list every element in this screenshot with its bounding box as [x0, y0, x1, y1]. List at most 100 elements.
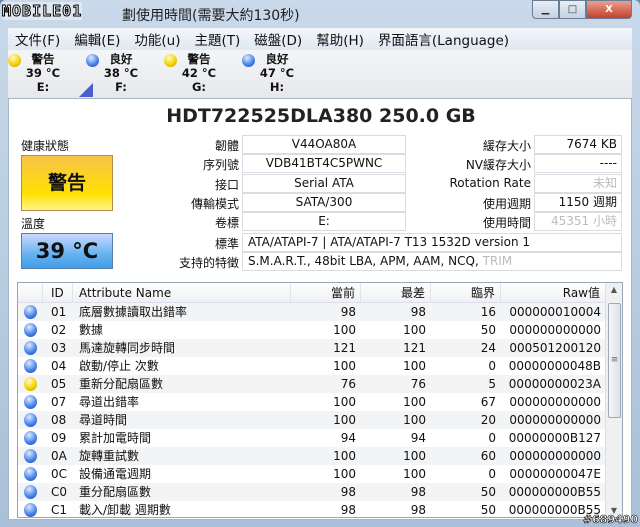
drive-letter: F:	[115, 80, 127, 94]
current-value: 100	[333, 449, 356, 463]
header-status	[18, 283, 43, 302]
header-attribute-name[interactable]: Attribute Name	[73, 283, 291, 302]
drive-button-f[interactable]: 良好 38 °C F:	[86, 52, 156, 94]
menu-function[interactable]: 功能(u)	[127, 29, 187, 49]
health-status-badge[interactable]: 警告	[21, 155, 113, 211]
standard-value: ATA/ATAPI-7 | ATA/ATAPI-7 T13 1532D vers…	[242, 233, 622, 252]
menu-edit[interactable]: 編輯(E)	[67, 29, 127, 49]
attribute-id: 09	[51, 431, 67, 445]
threshold-value: 0	[488, 467, 496, 481]
table-row[interactable]: 05 重新分配扇區數 76 76 5 00000000023A	[18, 375, 606, 393]
raw-value: 000000000000	[509, 413, 601, 427]
title-bar: MOBILE01 劃使用時間(需要大約130秒) ▁ □ X	[0, 0, 640, 28]
attribute-id: 08	[51, 413, 67, 427]
serial-label: 序列號	[202, 158, 239, 172]
threshold-value: 60	[480, 449, 496, 463]
attribute-name: 數據	[79, 323, 104, 337]
attribute-name: 底層數據讀取出錯率	[79, 305, 188, 319]
table-row[interactable]: 03 馬達旋轉同步時間 121 121 24 000501200120	[18, 339, 606, 357]
buffer-size-value: 7674 KB	[534, 135, 622, 154]
current-value: 100	[333, 359, 356, 373]
table-row[interactable]: 07 尋道出錯率 100 100 67 000000000000	[18, 393, 606, 411]
table-row[interactable]: 04 啟動/停止 次數 100 100 0 00000000048B	[18, 357, 606, 375]
buffer-size-label: 緩存大小	[482, 139, 531, 153]
table-row[interactable]: 08 尋道時間 100 100 20 000000000000	[18, 411, 606, 429]
attribute-name: 重新分配扇區數	[79, 377, 164, 391]
power-cycles-value: 1150 週期	[534, 193, 622, 212]
threshold-value: 67	[480, 395, 496, 409]
attribute-name: 旋轉重試數	[79, 449, 140, 463]
power-hours-label: 使用時間	[482, 216, 531, 230]
status-led-icon	[24, 341, 37, 355]
table-row[interactable]: 02 數據 100 100 50 000000000000	[18, 321, 606, 339]
attribute-name: 累計加電時間	[79, 431, 152, 445]
threshold-value: 0	[488, 431, 496, 445]
menu-file[interactable]: 文件(F)	[8, 29, 67, 49]
standard-label: 標準	[214, 237, 239, 251]
status-dot-icon	[164, 54, 177, 67]
raw-value: 000000000B55	[508, 485, 601, 499]
raw-value: 00000000048B	[508, 359, 601, 373]
current-value: 100	[333, 323, 356, 337]
table-row[interactable]: 0A 旋轉重試數 100 100 60 000000000000	[18, 447, 606, 465]
drive-temp: 42 °C	[181, 66, 217, 80]
drive-button-e[interactable]: 警告 39 °C E:	[8, 52, 78, 94]
drive-letter: G:	[191, 80, 207, 94]
worst-value: 100	[403, 449, 426, 463]
temperature-label: 溫度	[21, 217, 46, 231]
table-row[interactable]: 0C 設備通電週期 100 100 0 00000000047E	[18, 465, 606, 483]
current-value: 121	[333, 341, 356, 355]
table-row[interactable]: 09 累計加電時間 94 94 0 00000000B127	[18, 429, 606, 447]
menu-help[interactable]: 幫助(H)	[309, 29, 371, 49]
worst-value: 98	[410, 305, 426, 319]
header-current[interactable]: 當前	[291, 283, 361, 302]
scroll-up-icon[interactable]: ▲	[606, 285, 622, 294]
features-enabled: S.M.A.R.T., 48bit LBA, APM, AAM, NCQ,	[248, 254, 479, 268]
close-button[interactable]: X	[586, 0, 632, 19]
maximize-button[interactable]: □	[559, 0, 586, 19]
drive-button-g[interactable]: 警告 42 °C G:	[164, 52, 234, 94]
status-led-icon	[24, 413, 37, 427]
mobile01-logo: MOBILE01	[1, 2, 83, 21]
menu-disk[interactable]: 磁盤(D)	[247, 29, 309, 49]
minimize-button[interactable]: ▁	[532, 0, 559, 19]
header-id[interactable]: ID	[43, 283, 73, 302]
header-threshold[interactable]: 臨界	[431, 283, 501, 302]
current-value: 98	[340, 485, 356, 499]
table-row[interactable]: C0 重分配扇區數 98 98 50 000000000B55	[18, 483, 606, 501]
features-label: 支持的特徵	[178, 256, 239, 270]
raw-value: 000000000000	[509, 395, 601, 409]
health-label: 健康狀態	[21, 139, 70, 153]
header-worst[interactable]: 最差	[361, 283, 431, 302]
attribute-id: 0A	[51, 449, 67, 463]
menu-language[interactable]: 界面語言(Language)	[371, 29, 516, 49]
attribute-id: C1	[51, 503, 68, 517]
worst-value: 76	[410, 377, 426, 391]
drive-button-h[interactable]: 良好 47 °C H:	[242, 52, 312, 94]
table-row[interactable]: 01 底層數據讀取出錯率 98 98 16 000000010004	[18, 303, 606, 321]
worst-value: 100	[403, 413, 426, 427]
drive-temp: 47 °C	[259, 66, 295, 80]
attribute-name: 重分配扇區數	[79, 485, 152, 499]
header-raw-value[interactable]: Raw值	[501, 283, 606, 302]
table-scrollbar[interactable]: ▲ ≡ ▼	[605, 283, 622, 517]
drive-temp: 38 °C	[103, 66, 139, 80]
menu-theme[interactable]: 主題(T)	[187, 29, 247, 49]
attribute-name: 設備通電週期	[79, 467, 152, 481]
table-header: ID Attribute Name 當前 最差 臨界 Raw值	[18, 283, 606, 303]
features-disabled: TRIM	[482, 254, 513, 268]
serial-value: VDB41BT4C5PWNC	[242, 154, 406, 173]
interface-value: Serial ATA	[242, 174, 406, 193]
volume-label: 卷標	[214, 216, 239, 230]
scrollbar-thumb[interactable]: ≡	[608, 303, 621, 418]
attribute-id: 04	[51, 359, 67, 373]
drive-temp: 39 °C	[25, 66, 61, 80]
table-row[interactable]: C1 載入/卸載 週期數 98 98 50 000000000B55	[18, 501, 606, 519]
raw-value: 00000000B127	[508, 431, 601, 445]
menu-bar: 文件(F) 編輯(E) 功能(u) 主題(T) 磁盤(D) 幫助(H) 界面語言…	[8, 28, 632, 50]
status-led-icon	[24, 485, 37, 499]
raw-value: 00000000023A	[508, 377, 601, 391]
threshold-value: 50	[480, 503, 496, 517]
threshold-value: 0	[488, 359, 496, 373]
raw-value: 000000000000	[509, 323, 601, 337]
